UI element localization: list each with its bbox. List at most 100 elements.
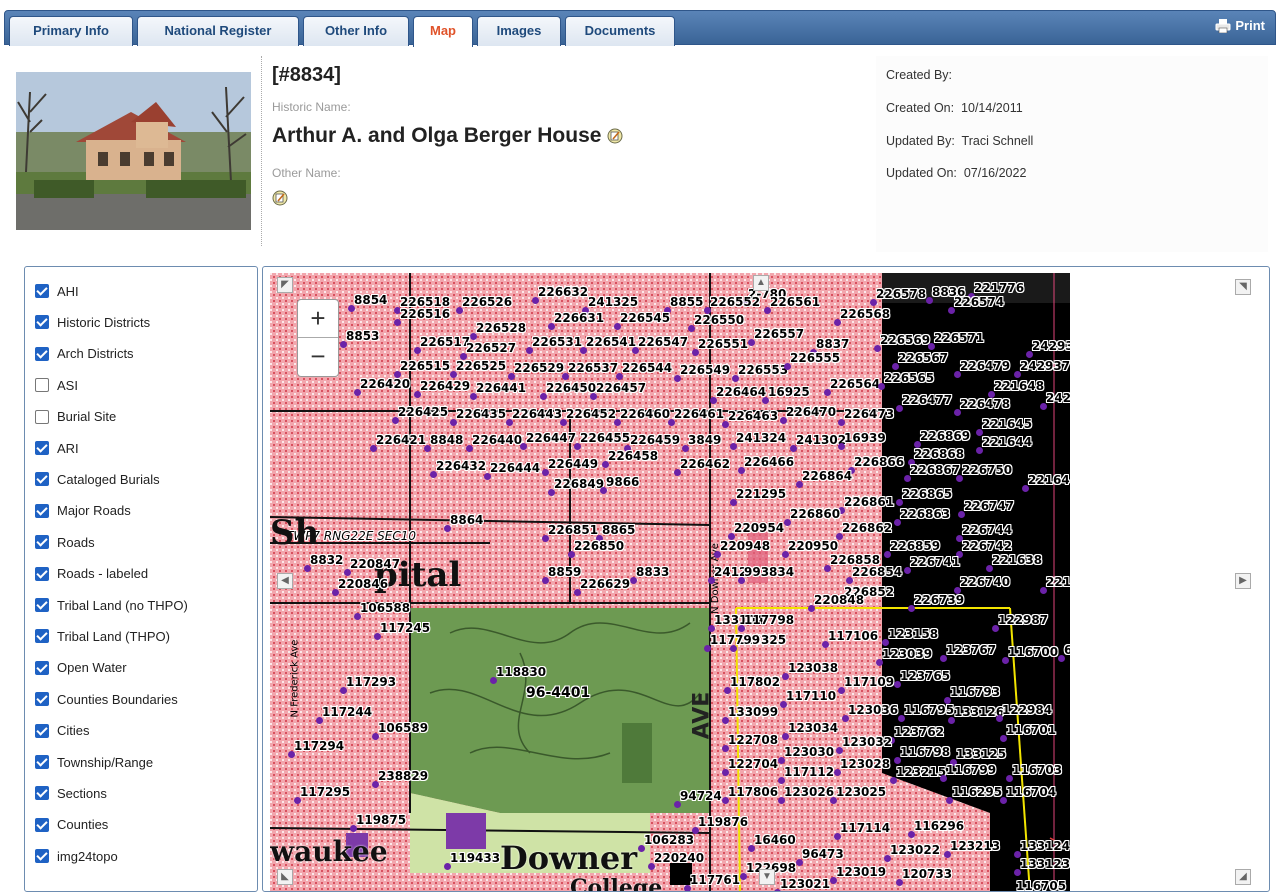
site-point-label[interactable]: 220847 bbox=[350, 557, 400, 571]
pan-southwest-icon[interactable]: ◣ bbox=[277, 869, 293, 885]
site-point-label[interactable]: 226462 bbox=[680, 457, 730, 471]
site-point-label[interactable]: 123039 bbox=[882, 647, 932, 661]
layer-item[interactable]: Tribal Land (no THPO) bbox=[35, 594, 188, 616]
site-point-label[interactable]: 226578 bbox=[876, 287, 926, 301]
site-point-label[interactable]: 226750 bbox=[962, 463, 1012, 477]
layer-item[interactable]: Major Roads bbox=[35, 500, 131, 522]
checkbox-checked-icon[interactable] bbox=[35, 786, 49, 801]
checkbox-checked-icon[interactable] bbox=[35, 472, 49, 487]
site-point-label[interactable]: 226555 bbox=[790, 351, 840, 365]
site-point-label[interactable]: 221637 bbox=[1046, 575, 1070, 589]
site-point-label[interactable]: 226526 bbox=[462, 295, 512, 309]
site-point-label[interactable]: 106283 bbox=[644, 833, 694, 847]
edit-other-name-icon[interactable] bbox=[272, 190, 288, 206]
site-point-label[interactable]: 8855 bbox=[670, 295, 703, 309]
site-point-label[interactable]: 123034 bbox=[788, 721, 838, 735]
site-point-label[interactable]: 119875 bbox=[356, 813, 406, 827]
site-point-label[interactable]: 226458 bbox=[608, 449, 658, 463]
site-point-label[interactable]: 226629 bbox=[580, 577, 630, 591]
site-point-label[interactable]: 226452 bbox=[566, 407, 616, 421]
site-point-label[interactable]: 238829 bbox=[378, 769, 428, 783]
pan-southeast-icon[interactable]: ◢ bbox=[1235, 869, 1251, 885]
site-point-label[interactable]: 8865 bbox=[602, 523, 635, 537]
site-point-label[interactable]: 116703 bbox=[1012, 763, 1062, 777]
site-point-label[interactable]: 8864 bbox=[450, 513, 483, 527]
site-point-label[interactable]: 226567 bbox=[898, 351, 948, 365]
site-point-label[interactable]: 226744 bbox=[962, 523, 1012, 537]
site-point-label[interactable]: 226466 bbox=[744, 455, 794, 469]
map-view[interactable]: TWP7 RNG22E SEC10 96-4401 N Downer Ave N… bbox=[262, 266, 1270, 892]
zoom-out-button[interactable]: − bbox=[298, 338, 338, 376]
site-point-label[interactable]: 123765 bbox=[900, 669, 950, 683]
site-point-label[interactable]: 226549 bbox=[680, 363, 730, 377]
print-button[interactable]: Print bbox=[1215, 18, 1265, 33]
site-point-label[interactable]: 226531 bbox=[532, 335, 582, 349]
site-point-label[interactable]: 123038 bbox=[788, 661, 838, 675]
site-point-label[interactable]: 226447 bbox=[526, 431, 576, 445]
site-point-label[interactable]: 123215 bbox=[896, 765, 946, 779]
site-point-label[interactable]: 8854 bbox=[354, 293, 387, 307]
site-point-label[interactable]: 226561 bbox=[770, 295, 820, 309]
checkbox-checked-icon[interactable] bbox=[35, 660, 49, 675]
site-point-label[interactable]: 118830 bbox=[496, 665, 546, 679]
site-point-label[interactable]: 123762 bbox=[894, 725, 944, 739]
site-point-label[interactable]: 226557 bbox=[754, 327, 804, 341]
site-point-label[interactable]: 226571 bbox=[934, 331, 984, 345]
site-point-label[interactable]: 226851 bbox=[548, 523, 598, 537]
site-point-label[interactable]: 220948 bbox=[720, 539, 770, 553]
site-point-label[interactable]: 226477 bbox=[902, 393, 952, 407]
site-point-label[interactable]: 9866 bbox=[606, 475, 639, 489]
site-point-label[interactable]: 16939 bbox=[844, 431, 886, 445]
site-point-label[interactable]: 123021 bbox=[780, 877, 830, 891]
site-point-label[interactable]: 220846 bbox=[338, 577, 388, 591]
edit-icon[interactable] bbox=[607, 128, 623, 144]
pan-south-icon[interactable]: ▼ bbox=[759, 869, 775, 885]
layer-item[interactable]: Sections bbox=[35, 782, 107, 804]
layer-item[interactable]: Cataloged Burials bbox=[35, 468, 160, 490]
site-point-label[interactable]: 123028 bbox=[840, 757, 890, 771]
site-point-label[interactable]: 226862 bbox=[842, 521, 892, 535]
checkbox-checked-icon[interactable] bbox=[35, 346, 49, 361]
site-point-label[interactable]: 226742 bbox=[962, 539, 1012, 553]
site-point-label[interactable]: 117112 bbox=[784, 765, 834, 779]
site-point-label[interactable]: 8848 bbox=[430, 433, 463, 447]
site-point-label[interactable]: 116700 bbox=[1008, 645, 1058, 659]
site-point-label[interactable]: 221644 bbox=[982, 435, 1032, 449]
site-point-label[interactable]: 133099 bbox=[728, 705, 778, 719]
site-point-label[interactable]: 226564 bbox=[830, 377, 880, 391]
checkbox-unchecked-icon[interactable] bbox=[35, 378, 49, 393]
site-point-label[interactable]: 226574 bbox=[954, 295, 1004, 309]
site-point-label[interactable]: 226461 bbox=[674, 407, 724, 421]
map-canvas[interactable]: TWP7 RNG22E SEC10 96-4401 N Downer Ave N… bbox=[270, 273, 1070, 891]
site-point-label[interactable]: 120733 bbox=[902, 867, 952, 881]
site-point-label[interactable]: 226553 bbox=[738, 363, 788, 377]
site-point-label[interactable]: 226450 bbox=[546, 381, 596, 395]
site-point-label[interactable]: 226516 bbox=[400, 307, 450, 321]
site-point-label[interactable]: 226420 bbox=[360, 377, 410, 391]
zoom-in-button[interactable]: + bbox=[298, 300, 338, 338]
site-point-label[interactable]: 221648 bbox=[994, 379, 1044, 393]
site-point-label[interactable]: 117109 bbox=[844, 675, 894, 689]
site-point-label[interactable]: 117110 bbox=[786, 689, 836, 703]
site-point-label[interactable]: 226517 bbox=[420, 335, 470, 349]
site-point-label[interactable]: 122708 bbox=[728, 733, 778, 747]
site-point-label[interactable]: 226429 bbox=[420, 379, 470, 393]
site-point-label[interactable]: 106589 bbox=[378, 721, 428, 735]
site-point-label[interactable]: 226867 bbox=[910, 463, 960, 477]
site-point-label[interactable]: 123025 bbox=[836, 785, 886, 799]
site-point-label[interactable]: 116295 bbox=[952, 785, 1002, 799]
site-point-label[interactable]: 116704 bbox=[1006, 785, 1056, 799]
site-point-label[interactable]: 8833 bbox=[636, 565, 669, 579]
site-point-label[interactable]: 116296 bbox=[914, 819, 964, 833]
site-point-label[interactable]: 117244 bbox=[322, 705, 372, 719]
site-point-label[interactable]: 226478 bbox=[960, 397, 1010, 411]
site-point-label[interactable]: 226459 bbox=[630, 433, 680, 447]
site-point-label[interactable]: 133123 bbox=[1020, 857, 1070, 871]
site-point-label[interactable]: 123032 bbox=[842, 735, 892, 749]
site-point-label[interactable]: 221638 bbox=[992, 553, 1042, 567]
site-point-label[interactable]: 123767 bbox=[946, 643, 996, 657]
pan-northwest-icon[interactable]: ◤ bbox=[277, 277, 293, 293]
checkbox-checked-icon[interactable] bbox=[35, 629, 49, 644]
layer-item[interactable]: Cities bbox=[35, 720, 90, 742]
site-point-label[interactable]: 226457 bbox=[596, 381, 646, 395]
